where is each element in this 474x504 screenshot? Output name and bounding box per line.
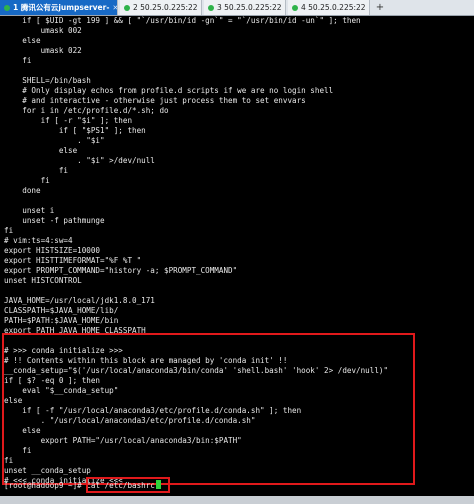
terminal-line: export PROMPT_COMMAND="history -a; $PROM… <box>4 266 238 275</box>
terminal-line: . "$i" <box>4 136 105 145</box>
connected-status-icon <box>124 4 130 11</box>
terminal-line: # vim:ts=4:sw=4 <box>4 236 73 245</box>
session-tab-3[interactable]: 3 50.25.0.225:22 ✕ <box>204 0 286 15</box>
close-icon[interactable]: ✕ <box>112 4 117 12</box>
terminal-line: fi <box>4 226 14 235</box>
terminal-line: else <box>4 146 78 155</box>
terminal-line: umask 022 <box>4 46 82 55</box>
close-icon[interactable]: ✕ <box>369 4 370 12</box>
session-tab-bar: 1 腾讯公有云jumpserver- ✕ 2 50.25.0.225:22 ✕ … <box>0 0 474 16</box>
session-tab-4[interactable]: 4 50.25.0.225:22 ✕ <box>288 0 370 15</box>
connected-status-icon <box>4 4 10 11</box>
terminal-line: . "$i" >/dev/null <box>4 156 155 165</box>
terminal-line: fi <box>4 166 69 175</box>
new-tab-button[interactable]: + <box>372 0 388 15</box>
connected-status-icon <box>292 4 298 11</box>
terminal-line: export HISTSIZE=10000 <box>4 246 101 255</box>
connected-status-icon <box>208 4 214 11</box>
shell-prompt: [root@hadoop9 ~]# <box>4 481 87 490</box>
terminal-line: unset i <box>4 206 55 215</box>
close-icon[interactable]: ✕ <box>285 4 286 12</box>
terminal-line: umask 002 <box>4 26 82 35</box>
terminal-output[interactable]: if [ $UID -gt 199 ] && [ "`/usr/bin/id -… <box>0 16 474 496</box>
terminal-line: if [ $UID -gt 199 ] && [ "`/usr/bin/id -… <box>4 16 361 25</box>
conda-block-highlight <box>2 333 415 485</box>
terminal-line: # Only display echos from profile.d scri… <box>4 86 334 95</box>
session-tab-label: 2 50.25.0.225:22 <box>133 3 198 12</box>
terminal-line: else <box>4 36 41 45</box>
terminal-line: PATH=$PATH:$JAVA_HOME/bin <box>4 316 119 325</box>
terminal-line: CLASSPATH=$JAVA_HOME/lib/ <box>4 306 119 315</box>
terminal-line: export HISTTIMEFORMAT="%F %T " <box>4 256 142 265</box>
session-tab-label: 1 腾讯公有云jumpserver- <box>13 3 110 12</box>
terminal-line: SHELL=/bin/bash <box>4 76 91 85</box>
session-tab-label: 3 50.25.0.225:22 <box>217 3 282 12</box>
bottom-toolbar <box>0 496 474 504</box>
terminal-line: fi <box>4 56 32 65</box>
terminal-line: # and interactive - otherwise just proce… <box>4 96 306 105</box>
terminal-line: for i in /etc/profile.d/*.sh; do <box>4 106 169 115</box>
terminal-line: if [ "$PS1" ]; then <box>4 126 146 135</box>
terminal-line: unset HISTCONTROL <box>4 276 82 285</box>
terminal-line: done <box>4 186 41 195</box>
terminal-line: unset -f pathmunge <box>4 216 105 225</box>
terminal-line: JAVA_HOME=/usr/local/jdk1.8.0_171 <box>4 296 155 305</box>
session-tab-1[interactable]: 1 腾讯公有云jumpserver- ✕ <box>0 0 118 15</box>
terminal-line: if [ -r "$i" ]; then <box>4 116 133 125</box>
close-icon[interactable]: ✕ <box>201 4 202 12</box>
command-highlight <box>86 477 170 493</box>
session-tab-2[interactable]: 2 50.25.0.225:22 ✕ <box>120 0 202 15</box>
terminal-line: fi <box>4 176 50 185</box>
session-tab-label: 4 50.25.0.225:22 <box>301 3 366 12</box>
